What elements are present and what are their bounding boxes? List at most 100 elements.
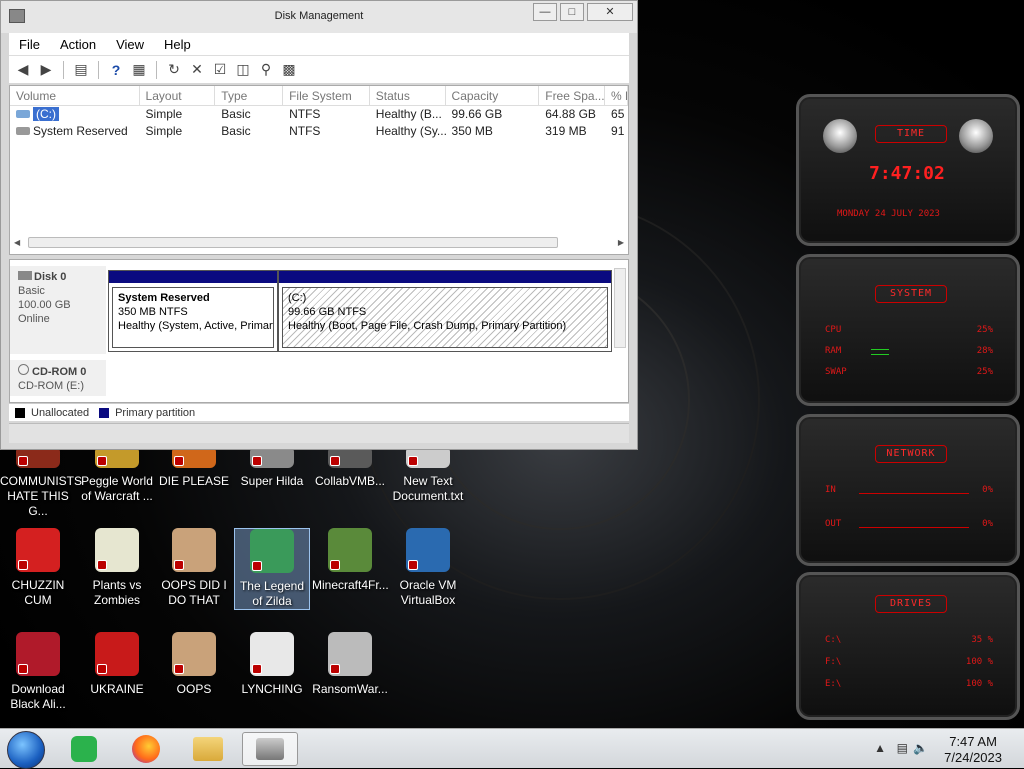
desktop-icon[interactable]: New Text Document.txt [390,446,466,504]
network-title: NETWORK [875,445,947,463]
scroll-right-icon[interactable]: ▶ [618,238,624,247]
volume-icon[interactable]: 🔈 [913,741,928,755]
menu-help[interactable]: Help [154,33,201,55]
desktop-icon[interactable]: Super Hilda [234,446,310,489]
shortcut-arrow-icon [174,664,184,674]
col-free-space[interactable]: Free Spa... [539,86,606,105]
volume-name: (C:) [33,107,59,121]
fs-cell: NTFS [289,107,321,121]
taskbar-disk-management[interactable] [242,732,298,766]
taskbar-notes-app[interactable] [56,732,112,766]
shortcut-arrow-icon [18,560,28,570]
taskbar-firefox[interactable] [118,732,174,766]
partition-c[interactable]: (C:) 99.66 GB NTFS Healthy (Boot, Page F… [278,270,612,352]
desktop-icon[interactable]: OOPS [156,632,232,697]
cdrom-drive: CD-ROM (E:) [18,380,84,392]
table-row[interactable]: System Reserved Simple Basic NTFS Health… [10,123,628,140]
cdrom-label[interactable]: CD-ROM 0 CD-ROM (E:) [10,360,106,396]
shortcut-arrow-icon [174,456,184,466]
menu-file[interactable]: File [9,33,50,55]
view-icon[interactable]: ▩ [279,60,299,80]
disk0-label[interactable]: Disk 0 Basic 100.00 GB Online [10,266,106,354]
partition-system-reserved[interactable]: System Reserved 350 MB NTFS Healthy (Sys… [108,270,278,352]
drive-icon [16,127,30,135]
out-label: OUT [825,519,842,529]
status-cell: Healthy (B... [375,107,442,121]
desktop-icon[interactable]: COMMUNISTS HATE THIS G... [0,446,82,519]
col-capacity[interactable]: Capacity [446,86,540,105]
desktop-icon-label: Minecraft4Fr... [312,578,389,592]
col-percent-free[interactable]: % F [605,86,628,105]
properties-icon[interactable]: ▦ [129,60,149,80]
desktop-icon-image [16,632,60,676]
network-icon[interactable]: ▤ [897,741,908,755]
refresh-icon[interactable]: ↻ [164,60,184,80]
desktop-icon[interactable]: Oracle VM VirtualBox [390,528,466,608]
desktop-icon[interactable]: The Legend of Zilda [234,528,310,610]
maximize-button[interactable]: □ [560,3,584,21]
partition-name: System Reserved [118,292,210,304]
desktop-icon[interactable]: Plants vs Zombies [79,528,155,608]
col-type[interactable]: Type [215,86,284,105]
desktop-icon-label: Super Hilda [240,474,304,488]
back-icon[interactable]: ◀ [13,60,33,80]
col-status[interactable]: Status [370,86,446,105]
table-row[interactable]: (C:) Simple Basic NTFS Healthy (B... 99.… [10,106,628,123]
desktop-icon-image [172,528,216,572]
desktop-icon-label: CHUZZIN CUM [11,578,65,607]
desktop-icon[interactable]: RansomWar... [312,632,388,697]
desktop-icon-image [328,632,372,676]
col-layout[interactable]: Layout [140,86,216,105]
desktop-icon[interactable]: Download Black Ali... [0,632,76,712]
shortcut-arrow-icon [330,560,340,570]
scroll-thumb[interactable] [28,237,558,248]
scroll-left-icon[interactable]: ◀ [14,238,20,247]
taskbar-clock[interactable]: 7:47 AM 7/24/2023 [944,734,1002,766]
desktop-icon[interactable]: CHUZZIN CUM [0,528,76,608]
col-file-system[interactable]: File System [283,86,370,105]
search-icon[interactable]: ⚲ [256,60,276,80]
partition-info: (C:) 99.66 GB NTFS Healthy (Boot, Page F… [282,287,608,348]
disk-icon [18,271,32,280]
desktop-icon[interactable]: UKRAINE [79,632,155,697]
system-gadget: SYSTEM CPU 25% RAM 28% SWAP 25% [796,254,1020,406]
desktop-icon[interactable]: LYNCHING [234,632,310,697]
desktop-icon[interactable]: Peggle World of Warcraft ... [79,446,155,504]
shortcut-arrow-icon [174,560,184,570]
shortcut-arrow-icon [97,456,107,466]
in-graph [859,493,969,494]
desktop-icon[interactable]: CollabVMB... [312,446,388,489]
type-cell: Basic [221,107,251,121]
shortcut-arrow-icon [252,664,262,674]
primary-swatch [99,407,110,418]
open-folder-icon[interactable]: ◫ [233,60,253,80]
free-cell: 319 MB [545,124,587,138]
close-button[interactable]: ✕ [587,3,633,21]
taskbar: ▲ ▤ 🔈 7:47 AM 7/24/2023 [0,728,1024,769]
start-button[interactable] [7,731,45,769]
volume-list[interactable]: Volume Layout Type File System Status Ca… [9,85,629,255]
menu-view[interactable]: View [106,33,154,55]
show-hidden-icons-icon[interactable]: ▲ [874,741,886,755]
checklist-icon[interactable]: ☑ [210,60,230,80]
desktop-icon[interactable]: OOPS DID I DO THAT [156,528,232,608]
menu-action[interactable]: Action [50,33,106,55]
toolbar-separator [63,60,64,79]
taskbar-file-explorer[interactable] [180,732,236,766]
shortcut-arrow-icon [18,664,28,674]
gadget-clock: 7:47:02 [869,163,945,184]
minimize-button[interactable]: — [533,3,557,21]
desktop-icon[interactable]: DIE PLEASE [156,446,232,489]
forward-icon[interactable]: ▶ [36,60,56,80]
volume-cell: System Reserved [10,123,140,140]
col-volume[interactable]: Volume [10,86,140,105]
desktop-icon[interactable]: Minecraft4Fr... [312,528,389,593]
vertical-scrollbar[interactable] [614,268,626,348]
title-bar[interactable]: Disk Management — □ ✕ [1,1,637,33]
show-hide-console-icon[interactable]: ▤ [71,60,91,80]
type-cell: Basic [221,124,251,138]
horizontal-scrollbar[interactable]: ◀ ▶ [14,236,624,250]
delete-icon[interactable]: ✕ [187,60,207,80]
desktop-icon-label: OOPS DID I DO THAT [161,578,227,607]
help-icon[interactable]: ? [106,60,126,80]
